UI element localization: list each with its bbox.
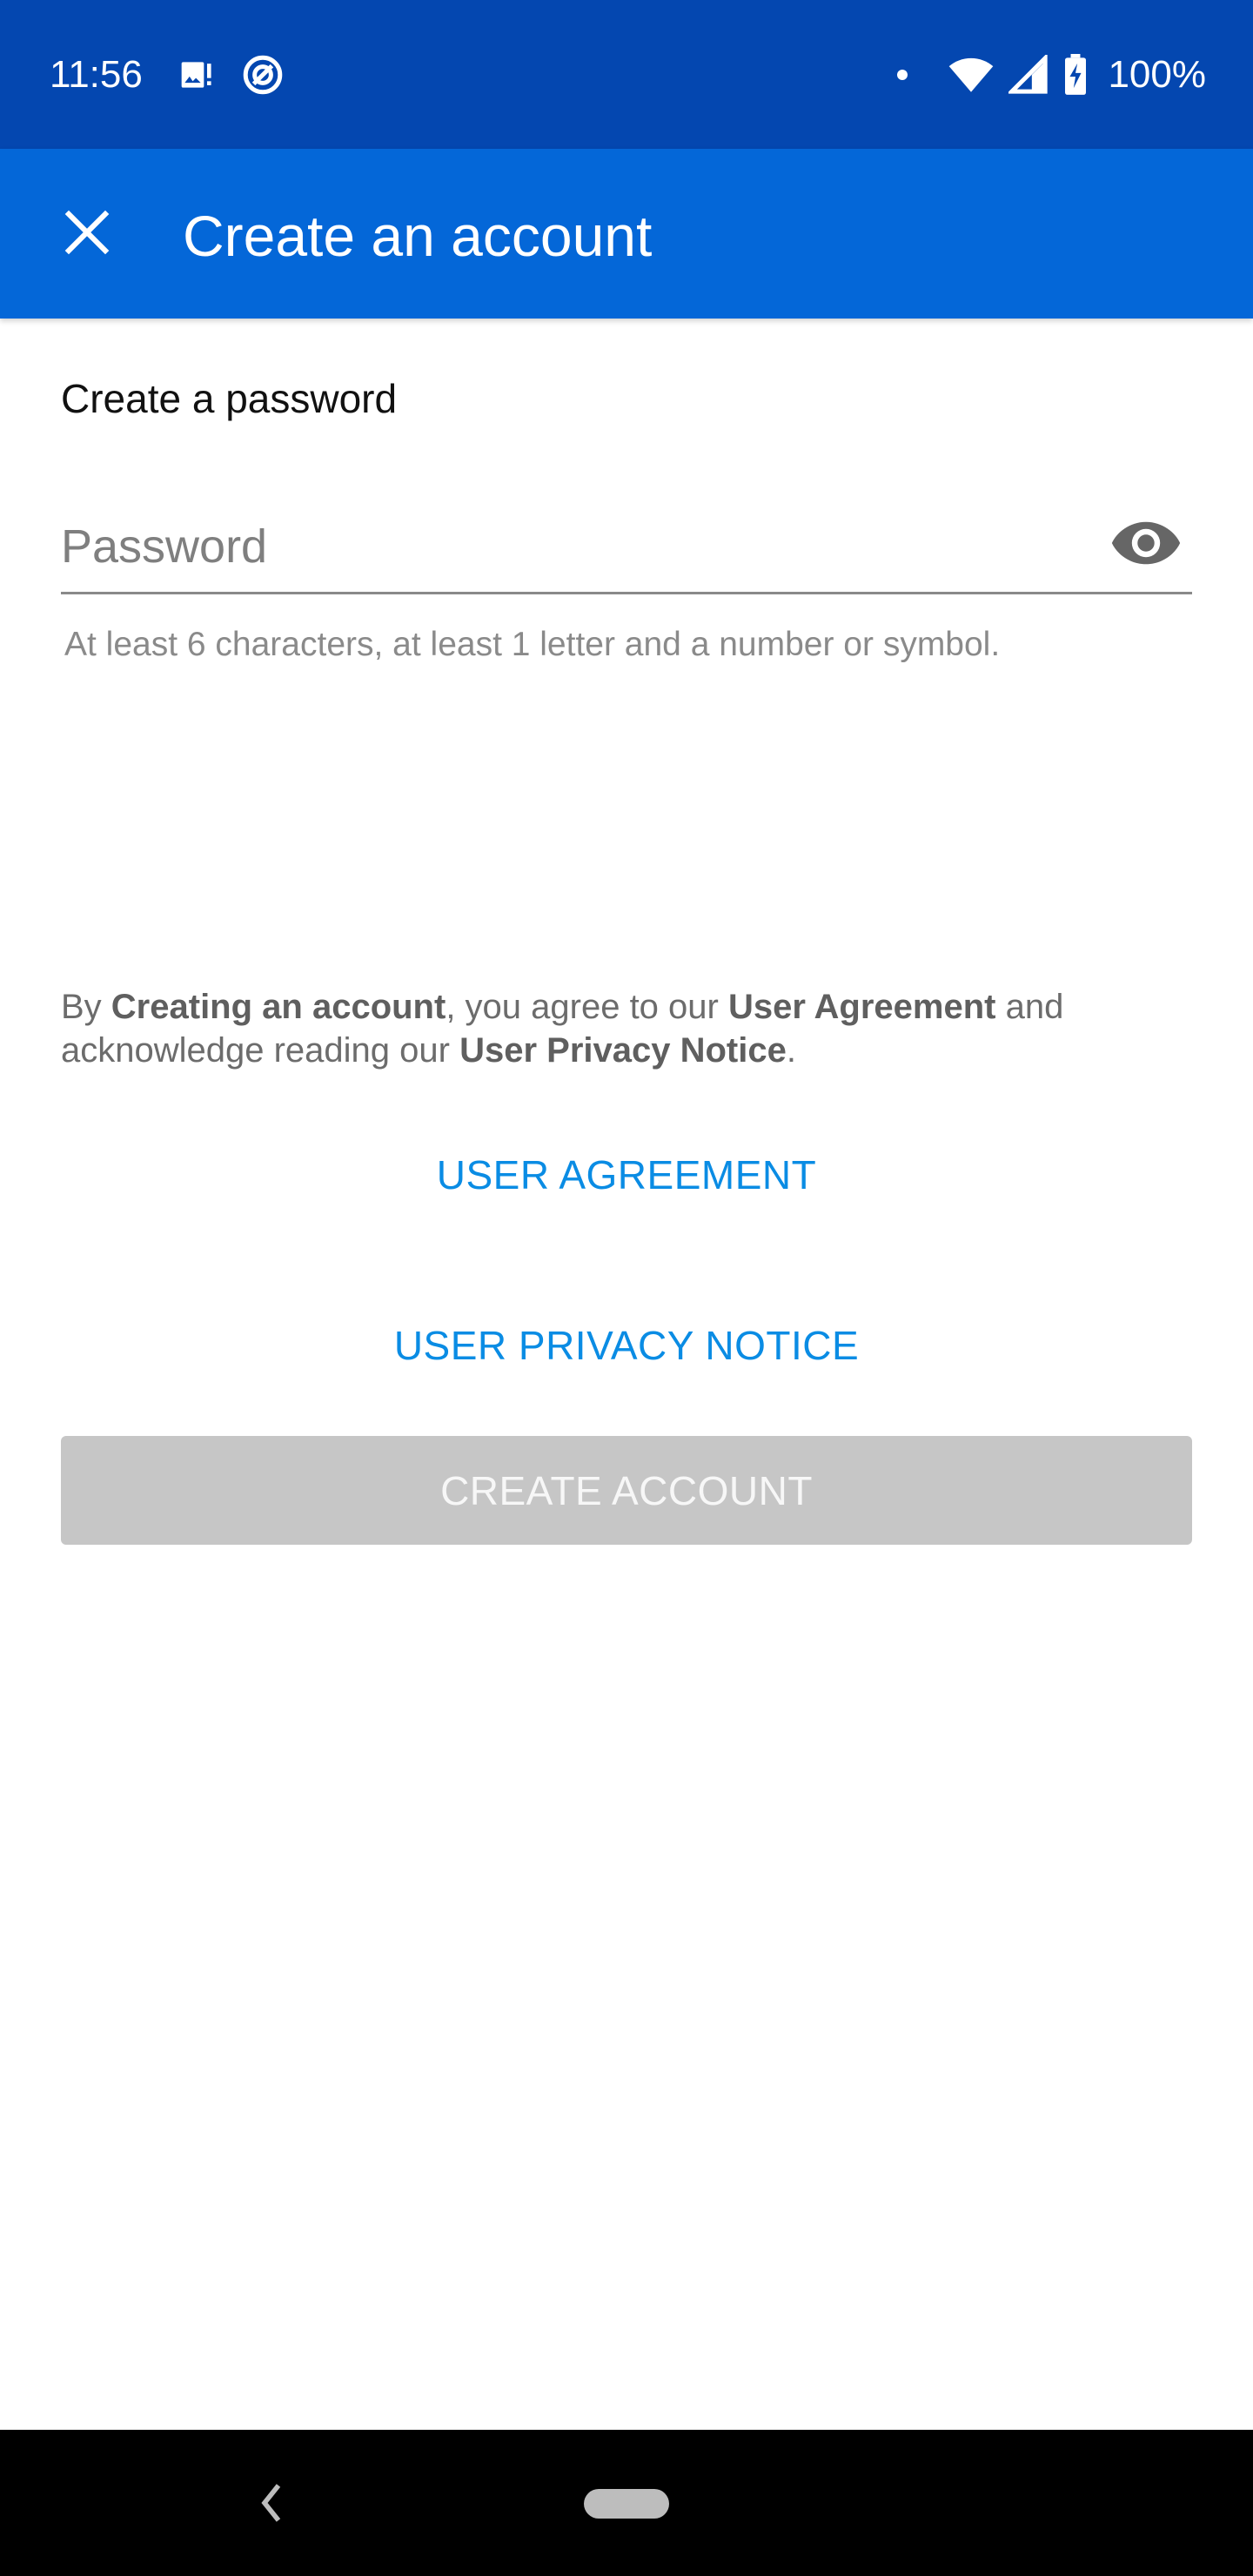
user-agreement-link[interactable]: USER AGREEMENT bbox=[0, 1149, 1253, 1201]
section-label: Create a password bbox=[61, 376, 398, 421]
legal-agreement: User Agreement bbox=[727, 988, 996, 1026]
create-account-button[interactable]: CREATE ACCOUNT bbox=[61, 1436, 1192, 1545]
image-alert-icon bbox=[181, 62, 211, 88]
eye-icon bbox=[1111, 521, 1181, 565]
toggle-password-visibility-button[interactable] bbox=[1109, 517, 1183, 569]
status-icons-left bbox=[178, 50, 285, 99]
password-input[interactable] bbox=[61, 505, 1088, 588]
app-bar: Create an account bbox=[0, 149, 1253, 319]
battery-percent: 100% bbox=[1108, 53, 1206, 96]
wifi-icon bbox=[949, 57, 994, 92]
home-pill[interactable] bbox=[584, 2489, 669, 2519]
back-icon[interactable] bbox=[254, 2475, 289, 2531]
page-title: Create an account bbox=[183, 204, 653, 268]
status-time: 11:56 bbox=[50, 53, 143, 96]
legal-text: By Creating an account, you agree to our… bbox=[61, 985, 1201, 1072]
status-bar: 11:56 100% bbox=[0, 0, 1253, 149]
navigation-bar bbox=[0, 2430, 1253, 2576]
password-field bbox=[61, 505, 1192, 594]
legal-middle: , you agree to our bbox=[446, 988, 728, 1026]
close-button[interactable] bbox=[44, 189, 131, 276]
signal-icon bbox=[1008, 55, 1049, 94]
legal-privacy: User Privacy Notice bbox=[459, 1031, 787, 1070]
close-icon bbox=[64, 210, 110, 255]
legal-creating: Creating an account bbox=[111, 988, 446, 1026]
user-privacy-notice-link[interactable]: USER PRIVACY NOTICE bbox=[0, 1319, 1253, 1372]
at-sign-icon bbox=[243, 55, 283, 95]
battery-charging-icon bbox=[1065, 54, 1087, 95]
notification-dot bbox=[897, 70, 908, 80]
status-icons-right: 100% bbox=[897, 49, 1206, 101]
legal-suffix: . bbox=[786, 1031, 796, 1070]
password-helper-text: At least 6 characters, at least 1 letter… bbox=[64, 626, 1001, 663]
legal-prefix: By bbox=[61, 988, 111, 1026]
